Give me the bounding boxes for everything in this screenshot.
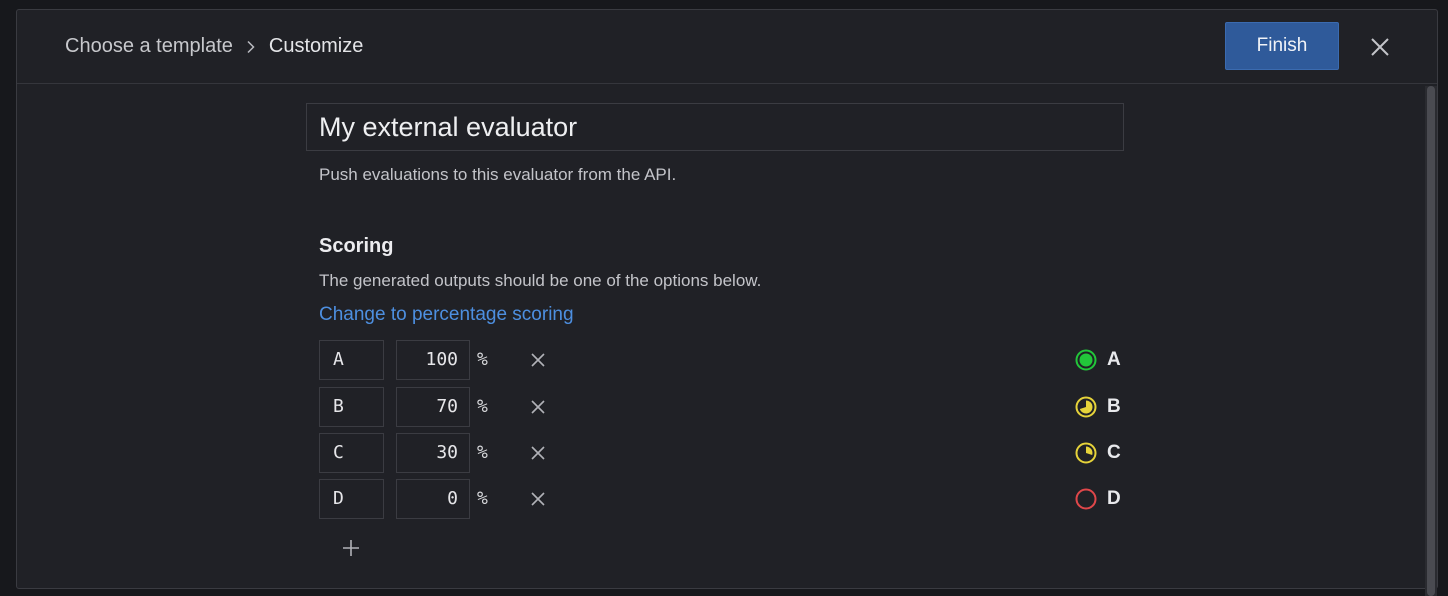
evaluator-name-input[interactable]: My external evaluator (306, 103, 1124, 151)
scrollbar[interactable] (1425, 86, 1437, 596)
score-row-c: C 30 % C (319, 433, 1139, 473)
plus-icon (343, 540, 359, 556)
score-row-b: B 70 % B (319, 387, 1139, 427)
percent-input[interactable]: 70 (396, 387, 470, 427)
percent-sign: % (477, 396, 488, 417)
preview-label: B (1107, 396, 1121, 417)
grade-preview: A (1075, 348, 1121, 372)
percent-sign: % (477, 488, 488, 509)
three-quarter-circle-icon (1075, 396, 1097, 418)
percent-input[interactable]: 30 (396, 433, 470, 473)
close-button[interactable] (1367, 34, 1393, 60)
breadcrumb-choose-template[interactable]: Choose a template (65, 35, 233, 58)
quarter-circle-icon (1075, 442, 1097, 464)
scoring-title: Scoring (319, 235, 394, 257)
grade-preview: B (1075, 395, 1121, 419)
close-icon (531, 492, 545, 506)
breadcrumb: Choose a template Customize (65, 35, 363, 58)
dialog-header: Choose a template Customize Finish (17, 10, 1437, 84)
preview-label: D (1107, 488, 1121, 509)
scrollbar-thumb[interactable] (1427, 86, 1435, 596)
change-to-percentage-link[interactable]: Change to percentage scoring (319, 304, 574, 326)
breadcrumb-customize: Customize (268, 35, 364, 57)
percent-input[interactable]: 100 (396, 340, 470, 380)
percent-sign: % (477, 442, 488, 463)
empty-circle-icon (1075, 488, 1097, 510)
scoring-description: The generated outputs should be one of t… (319, 271, 762, 290)
full-circle-icon (1075, 349, 1097, 371)
dialog-content: My external evaluator Push evaluations t… (17, 85, 1417, 585)
close-icon (531, 446, 545, 460)
grade-preview: D (1075, 487, 1121, 511)
close-icon (531, 400, 545, 414)
grade-input[interactable]: B (319, 387, 384, 427)
remove-row-button[interactable] (530, 445, 546, 461)
add-row-button[interactable] (341, 538, 361, 558)
evaluator-description: Push evaluations to this evaluator from … (319, 165, 677, 184)
chevron-right-icon (246, 40, 256, 54)
remove-row-button[interactable] (530, 352, 546, 368)
remove-row-button[interactable] (530, 399, 546, 415)
percent-input[interactable]: 0 (396, 479, 470, 519)
close-icon (531, 353, 545, 367)
close-icon (1371, 38, 1389, 56)
grade-preview: C (1075, 441, 1121, 465)
finish-button[interactable]: Finish (1225, 22, 1339, 70)
preview-label: C (1107, 442, 1121, 463)
preview-label: A (1107, 349, 1121, 370)
score-row-d: D 0 % D (319, 479, 1139, 519)
score-row-a: A 100 % A (319, 340, 1139, 380)
customize-dialog: Choose a template Customize Finish My ex… (16, 9, 1438, 596)
grade-input[interactable]: A (319, 340, 384, 380)
grade-input[interactable]: C (319, 433, 384, 473)
grade-input[interactable]: D (319, 479, 384, 519)
remove-row-button[interactable] (530, 491, 546, 507)
percent-sign: % (477, 349, 488, 370)
